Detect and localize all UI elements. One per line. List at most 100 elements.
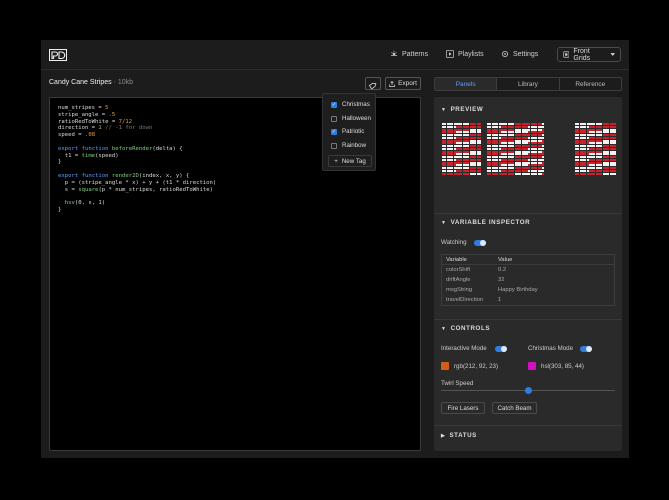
preview-section-header[interactable]: ▼ PREVIEW — [441, 106, 483, 113]
led-pixel — [614, 153, 617, 156]
code-line: s = square(p * num_stripes, ratioRedToWh… — [58, 186, 213, 193]
export-button[interactable]: Export — [385, 77, 421, 90]
led-pixel — [614, 128, 617, 131]
chevron-down-icon: ▼ — [441, 106, 447, 113]
plus-icon: + — [334, 157, 338, 165]
led-pixel — [478, 156, 481, 158]
led-pixel — [478, 125, 481, 128]
table-row: colorShift 0.2 — [442, 265, 614, 275]
table-row: travelDirection 1 — [442, 295, 614, 305]
led-pixel — [478, 128, 481, 131]
led-pixel — [542, 142, 545, 145]
divider — [434, 425, 622, 426]
fire-lasers-button[interactable]: Fire Lasers — [441, 402, 485, 414]
export-icon — [389, 80, 395, 87]
christmas-mode-toggle[interactable] — [580, 346, 592, 352]
checkbox-empty-icon[interactable] — [331, 142, 337, 149]
led-pixel — [614, 161, 617, 164]
tag-option-label: Patriotic — [342, 128, 365, 135]
checkbox-checked-icon[interactable]: ✓ — [331, 128, 337, 135]
tag-button[interactable] — [365, 77, 381, 90]
tag-icon — [368, 82, 377, 90]
tab-reference[interactable]: Reference — [560, 78, 621, 90]
variable-table: Variable Value colorShift 0.2 driftAngle 3… — [441, 254, 615, 306]
led-pixel — [614, 158, 617, 161]
nav-patterns[interactable]: Patterns — [390, 50, 428, 58]
led-pixel — [542, 145, 545, 147]
led-pixel — [614, 169, 617, 172]
tag-option-halloween[interactable]: Halloween — [331, 115, 371, 122]
led-pixel — [614, 139, 617, 142]
code-line: hsv(0, s, 1) — [64, 200, 106, 207]
led-pixel — [542, 156, 545, 158]
pattern-name: Candy Cane Stripes — [49, 79, 112, 86]
led-pixel — [478, 123, 481, 125]
divider — [434, 213, 622, 214]
nav-playlists[interactable]: Playlists — [446, 50, 484, 58]
tag-option-patriotic[interactable]: ✓ Patriotic — [331, 128, 364, 135]
interactive-mode-toggle[interactable] — [495, 346, 507, 352]
tab-panels[interactable]: Panels — [435, 78, 498, 90]
tag-option-christmas[interactable]: ✓ Christmas — [331, 101, 370, 108]
tag-option-label: Christmas — [342, 101, 370, 108]
chevron-down-icon: ▼ — [441, 219, 447, 226]
color-swatch-1[interactable] — [441, 362, 449, 370]
catch-beam-button[interactable]: Catch Beam — [492, 402, 537, 414]
variable-name: driftAngle — [446, 277, 471, 283]
variable-value: 0.2 — [498, 267, 507, 273]
tag-dropdown: ✓ Christmas Halloween ✓ Patriotic Rainbo… — [322, 93, 376, 171]
chevron-down-icon — [609, 53, 615, 56]
led-pixel — [478, 169, 481, 172]
led-pixel — [478, 145, 481, 147]
led-pixel — [542, 167, 545, 169]
led-pixel — [542, 128, 545, 131]
chevron-down-icon: ▼ — [441, 325, 447, 332]
led-pixel — [614, 172, 617, 175]
device-select[interactable]: Front Grids — [557, 47, 621, 62]
watching-toggle[interactable] — [474, 240, 486, 246]
panel-tabs: Panels Library Reference — [434, 77, 622, 91]
led-pixel — [478, 158, 481, 161]
device-icon — [563, 51, 570, 58]
variable-name: colorShift — [446, 267, 471, 273]
controls-section-header[interactable]: ▼ CONTROLS — [441, 325, 490, 332]
variable-name: msgString — [446, 287, 473, 293]
inspector-section-header[interactable]: ▼ VARIABLE INSPECTOR — [441, 219, 530, 226]
col-header-variable: Variable — [446, 256, 467, 263]
table-row: driftAngle 32 — [442, 275, 614, 285]
checkbox-checked-icon[interactable]: ✓ — [331, 101, 337, 108]
preview-title: PREVIEW — [450, 106, 484, 113]
led-pixel — [542, 136, 545, 139]
tag-option-rainbow[interactable]: Rainbow — [331, 142, 366, 149]
color-swatch-2[interactable] — [528, 362, 536, 370]
led-pixel — [542, 134, 545, 136]
led-pixel — [614, 145, 617, 147]
led-pixel — [542, 139, 545, 142]
led-pixel — [542, 123, 545, 125]
color-1-value: rgb(212, 92, 23) — [454, 363, 499, 370]
tag-option-label: Rainbow — [342, 142, 367, 149]
inspector-title: VARIABLE INSPECTOR — [450, 219, 531, 226]
led-pixel — [614, 136, 617, 139]
col-header-value: Value — [498, 256, 513, 263]
status-title: STATUS — [449, 432, 477, 439]
chevron-right-icon: ▶ — [441, 432, 446, 439]
app-window: Patterns Playlists Settings Front Grids … — [41, 40, 629, 458]
checkbox-empty-icon[interactable] — [331, 115, 337, 122]
led-pixel — [478, 164, 481, 167]
variable-name: travelDirection — [446, 297, 484, 303]
nav-settings[interactable]: Settings — [501, 50, 538, 58]
patterns-icon — [391, 50, 397, 56]
led-pixel — [478, 142, 481, 145]
led-pixel — [614, 125, 617, 128]
led-pixel — [614, 164, 617, 167]
status-section-header[interactable]: ▶ STATUS — [441, 432, 477, 439]
pixelblaze-logo-icon[interactable] — [49, 49, 67, 61]
new-tag-button[interactable]: + New Tag — [328, 155, 372, 167]
twirl-speed-slider-handle[interactable] — [524, 387, 532, 394]
variable-value: 1 — [498, 297, 502, 303]
color-2-value: hsl(303, 85, 44) — [541, 363, 584, 370]
gear-icon — [502, 51, 508, 57]
tab-library[interactable]: Library — [497, 78, 560, 90]
